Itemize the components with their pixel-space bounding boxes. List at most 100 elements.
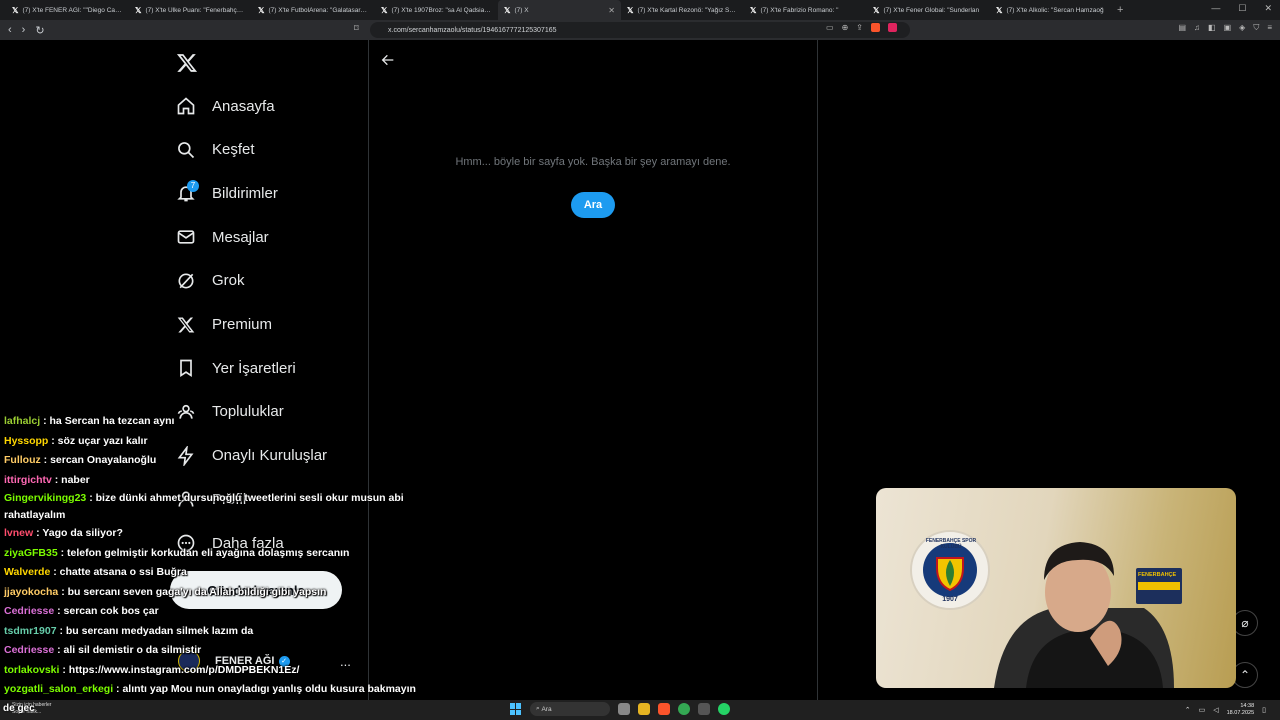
browser-tab-label: (7) X bbox=[514, 6, 529, 14]
bookmark-icon[interactable]: ⌑ bbox=[354, 23, 359, 34]
search-button[interactable]: Ara bbox=[571, 192, 615, 218]
network-icon[interactable]: ▭ bbox=[1199, 706, 1206, 714]
chat-message: tsdmr1907 : bu sercanı medyadan silmek l… bbox=[4, 622, 424, 642]
chat-text: : alıntı yap Mou nun onayladıgı yanlış o… bbox=[113, 683, 416, 695]
browser-tab[interactable]: 𝕏 (7) X'te 1907Broz: "sa Al Qadsiah, Ye bbox=[375, 0, 498, 20]
sidebar-icon[interactable]: ▤ bbox=[1178, 23, 1186, 33]
reload-icon[interactable]: ↻ bbox=[35, 24, 44, 37]
menu-icon[interactable]: ≡ bbox=[1267, 23, 1272, 33]
browser-tab[interactable]: 𝕏(7) X'te Kartal Rezonö: "Yağız Sabuncu bbox=[621, 0, 744, 20]
brave-icon[interactable] bbox=[658, 703, 670, 715]
sidebar-item-label: Yer İşaretleri bbox=[212, 359, 296, 377]
browser-tab-label: (7) X'te Kartal Rezonö: "Yağız Sabuncu bbox=[637, 6, 738, 14]
panel-icon[interactable]: ◧ bbox=[1208, 23, 1216, 33]
sidebar-item-ke-fet[interactable]: Keşfet bbox=[176, 135, 255, 165]
clock[interactable]: 14:38 18.07.2025 bbox=[1227, 703, 1255, 717]
chat-text: : chatte atsana o ssi Buğra bbox=[50, 566, 187, 578]
browser-tab-label: (7) X'te FutbolArena: "Galatasaray, B bbox=[268, 6, 369, 14]
forward-icon[interactable]: › bbox=[22, 24, 26, 37]
zoom-icon[interactable]: ⊕ bbox=[842, 23, 849, 32]
new-tab-button[interactable]: + bbox=[1117, 4, 1123, 16]
browser-tab[interactable]: 𝕏 (7) X ✕ bbox=[498, 0, 621, 20]
x-favicon-icon: 𝕏 bbox=[627, 5, 634, 15]
wallet-icon[interactable]: ▣ bbox=[1224, 23, 1232, 33]
cast-icon[interactable]: ▭ bbox=[826, 23, 834, 32]
taskbar-search-placeholder: Ara bbox=[541, 705, 552, 713]
home-icon bbox=[176, 96, 196, 116]
minimize-icon[interactable]: — bbox=[1211, 3, 1220, 14]
browser-tab-label: (7) X'te FENER AĞI: ""Diego Carlos'u bbox=[22, 6, 123, 14]
chat-username: Gingervikingg23 bbox=[4, 492, 87, 504]
chat-message: Cedriesse : sercan cok bos çar bbox=[4, 602, 424, 622]
tab-list: 𝕏 (7) X'te FENER AĞI: ""Diego Carlos'u 𝕏 (7… bbox=[6, 0, 1113, 20]
browser-tab[interactable]: 𝕏 (7) X'te Ülke Puanı: "Fenerbahçe'nin bbox=[129, 0, 252, 20]
chrome-icon[interactable] bbox=[678, 703, 690, 715]
chat-username: jjayokocha bbox=[4, 585, 59, 598]
browser-tab[interactable]: 𝕏 (7) X'te Fener Global: "Sunderlan bbox=[867, 0, 990, 20]
brave-shield-icon[interactable] bbox=[870, 23, 880, 32]
chat-text: : Yago da siliyor? bbox=[33, 527, 123, 539]
x-favicon-icon: 𝕏 bbox=[750, 5, 757, 15]
empty-state-message: Hmm... böyle bir sayfa yok. Başka bir şe… bbox=[455, 156, 731, 168]
tray-chevron-icon[interactable]: ⌃ bbox=[1185, 706, 1191, 714]
x-favicon-icon: 𝕏 bbox=[873, 5, 880, 15]
chat-text: : sercan cok bos çar bbox=[54, 605, 159, 617]
browser-tab[interactable]: 𝕏 (7) X'te FutbolArena: "Galatasaray, B bbox=[252, 0, 375, 20]
chat-message: Hyssopp : söz uçar yazı kalır bbox=[4, 432, 424, 452]
whatsapp-icon[interactable] bbox=[718, 703, 730, 715]
tab-close-icon[interactable]: ✕ bbox=[608, 6, 615, 15]
x-favicon-icon: 𝕏 bbox=[135, 5, 142, 15]
back-arrow-icon[interactable] bbox=[380, 52, 396, 68]
chat-message: ziyaGFB35 : telefon gelmiştir korkudan e… bbox=[4, 544, 424, 564]
sidebar-item-yer-i-aretleri[interactable]: Yer İşaretleri bbox=[176, 353, 296, 383]
chat-text: : sercan Onayalanoğlu bbox=[40, 454, 157, 466]
app-icon[interactable] bbox=[698, 703, 710, 715]
fenerbahce-box-label: FENERBAHÇE bbox=[1138, 572, 1177, 578]
maximize-icon[interactable]: ☐ bbox=[1238, 3, 1246, 14]
browser-tab[interactable]: 𝕏 (7) X'te Fabrizio Romano: " bbox=[744, 0, 867, 20]
chat-username: Cedriesse bbox=[4, 644, 55, 656]
mail-icon bbox=[176, 227, 196, 247]
url-text: x.com/sercanhamzaolu/status/194616777212… bbox=[388, 26, 557, 34]
browser-tab-label: (7) X'te 1907Broz: "sa Al Qadsiah, Ye bbox=[391, 6, 492, 14]
notifications-icon[interactable]: ▯ bbox=[1262, 706, 1266, 714]
file-explorer-icon[interactable] bbox=[638, 703, 650, 715]
chat-username: Walverde bbox=[4, 566, 51, 578]
browser-tab-label: (7) X'te Ülke Puanı: "Fenerbahçe'nin bbox=[145, 6, 246, 14]
sidebar-item-label: Keşfet bbox=[212, 141, 255, 159]
brave-rewards-icon[interactable] bbox=[887, 23, 897, 32]
chat-username: ziyaGFB35 bbox=[4, 546, 58, 559]
volume-icon[interactable]: ◁ bbox=[1213, 706, 1218, 714]
x-favicon-icon: 𝕏 bbox=[996, 5, 1003, 15]
share-icon[interactable]: ⇪ bbox=[856, 23, 863, 32]
windows-taskbar: Sizin için haberler Soyer hakk... de gec… bbox=[0, 700, 1280, 720]
browser-tab[interactable]: 𝕏 (7) X'te FENER AĞI: ""Diego Carlos'u bbox=[6, 0, 129, 20]
chat-message: Cedriesse : ali sil demistir o da silmis… bbox=[4, 641, 424, 661]
chat-username: lafhalcj bbox=[4, 415, 41, 427]
x-favicon-icon: 𝕏 bbox=[12, 5, 19, 15]
task-view-icon[interactable] bbox=[618, 703, 630, 715]
media-icon[interactable]: ♫ bbox=[1194, 23, 1200, 33]
chat-text: : söz uçar yazı kalır bbox=[48, 434, 148, 447]
sidebar-item-mesajlar[interactable]: Mesajlar bbox=[176, 222, 269, 252]
sidebar-item-grok[interactable]: Grok bbox=[176, 266, 245, 296]
x-logo-icon[interactable] bbox=[176, 52, 198, 74]
chat-text: : telefon gelmiştir korkudan eli ayağına… bbox=[57, 546, 350, 559]
vpn-icon[interactable]: ◈ bbox=[1239, 23, 1245, 33]
sidebar-item-label: Premium bbox=[212, 316, 273, 333]
window-controls: — ☐ ✕ bbox=[1211, 3, 1272, 14]
sidebar-item-premium[interactable]: Premium bbox=[176, 310, 272, 340]
start-icon[interactable] bbox=[510, 703, 522, 715]
back-icon[interactable]: ‹ bbox=[8, 24, 12, 37]
sidebar-item-label: Mesajlar bbox=[212, 228, 269, 246]
taskbar-search[interactable]: ⌕ Ara bbox=[530, 702, 610, 716]
clock-date: 18.07.2025 bbox=[1226, 710, 1255, 716]
shield-icon[interactable]: ⛉ bbox=[1253, 23, 1259, 33]
right-divider bbox=[817, 40, 818, 700]
close-icon[interactable]: ✕ bbox=[1264, 3, 1272, 14]
webcam-scene bbox=[910, 530, 1182, 688]
browser-tab-label: (7) X'te Fener Global: "Sunderlan bbox=[883, 6, 980, 14]
sidebar-item-anasayfa[interactable]: Anasayfa bbox=[176, 91, 275, 121]
address-bar-row: ‹ › ↻ x.com/sercanhamzaolu/status/194616… bbox=[0, 20, 1280, 40]
browser-tab[interactable]: 𝕏 (7) X'te Alkolic: "Sercan Hamzaoğ bbox=[990, 0, 1113, 20]
